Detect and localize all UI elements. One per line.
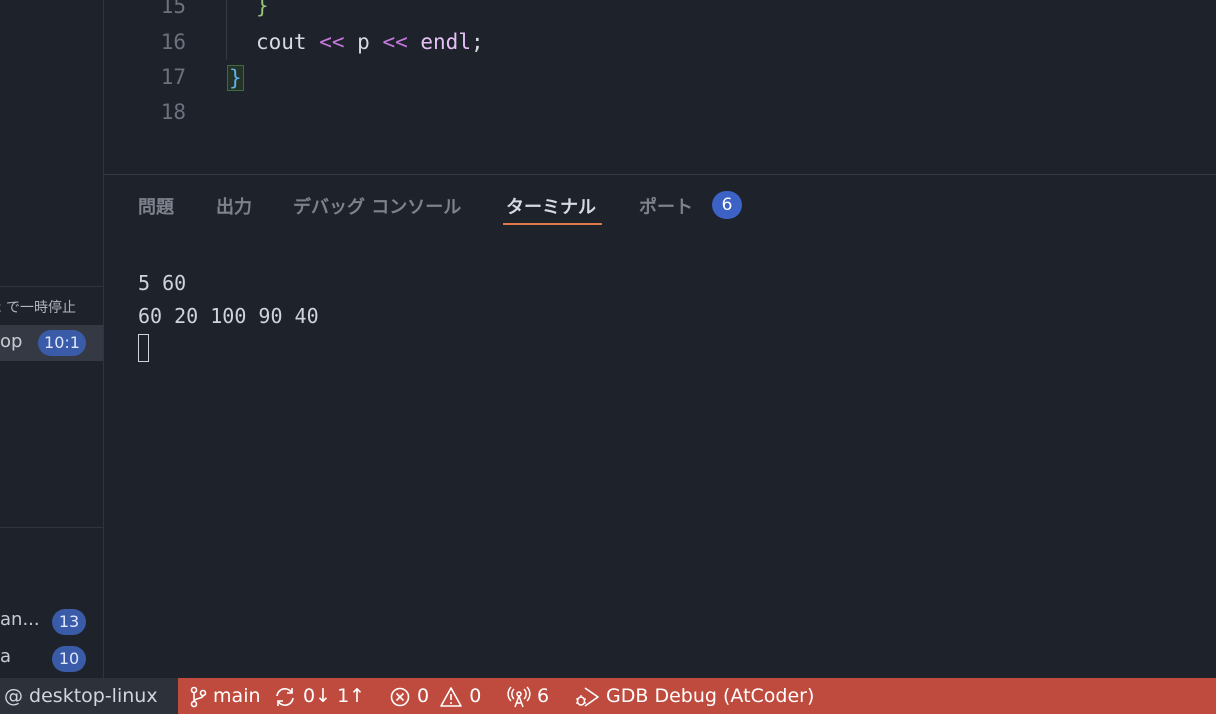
active-tab-indicator	[503, 223, 602, 225]
tab-problems[interactable]: 問題	[138, 193, 174, 219]
code-token: p	[357, 30, 370, 54]
debug-config-button[interactable]: GDB Debug (AtCoder)	[574, 678, 814, 714]
tab-terminal[interactable]: ターミナル	[506, 193, 596, 219]
code-token: endl	[420, 30, 471, 54]
sidebar: ε で一時停止 op 10:1 an... 13 a 10	[0, 0, 104, 678]
error-icon	[390, 687, 410, 706]
terminal-cursor	[138, 334, 149, 362]
terminal-line: 60 20 100 90 40	[138, 304, 319, 328]
warning-icon	[440, 686, 462, 707]
sync-icon	[276, 687, 294, 706]
code-token: cout	[256, 30, 307, 54]
call-stack-position-badge: 10:1	[38, 330, 86, 356]
branch-name: main	[213, 685, 261, 707]
call-stack-item-label: op	[0, 331, 23, 352]
remote-label: @ desktop-linux	[4, 685, 158, 707]
warning-count: 0	[469, 685, 482, 707]
pause-hint: ε で一時停止	[0, 297, 76, 317]
editor-line[interactable]: 18	[104, 96, 1216, 132]
sidebar-item-badge: 13	[52, 609, 86, 635]
problems-button[interactable]: 0 0	[389, 678, 481, 714]
sidebar-divider	[0, 527, 103, 528]
code-token: ;	[470, 30, 484, 54]
sidebar-item[interactable]: a 10	[0, 643, 103, 675]
code-token: <<	[369, 30, 421, 54]
error-count: 0	[417, 685, 430, 707]
sync-button[interactable]: 0↓ 1↑	[273, 678, 365, 714]
git-branch-icon	[190, 686, 207, 707]
tab-debug-console[interactable]: デバッグ コンソール	[293, 193, 461, 219]
sidebar-item[interactable]: an... 13	[0, 606, 103, 638]
sync-status: 0↓ 1↑	[303, 685, 366, 707]
line-number: 16	[160, 30, 186, 54]
line-number: 15	[160, 0, 186, 18]
code-text: cout << p << endl;	[256, 30, 484, 54]
matching-bracket: }	[227, 65, 244, 91]
code-text: }	[256, 0, 269, 18]
editor-line[interactable]: 15 }	[104, 0, 1216, 26]
sidebar-item-label: a	[0, 646, 12, 667]
ports-count: 6	[537, 685, 550, 707]
status-bar: @ desktop-linux main 0↓ 1↑ 0 0 6 GDB Deb…	[0, 678, 1216, 714]
ports-count-badge: 6	[712, 191, 742, 219]
line-number: 17	[160, 65, 186, 89]
pause-hint-cut: ε	[0, 300, 2, 316]
sidebar-item-badge: 10	[52, 646, 86, 672]
remote-indicator[interactable]: @ desktop-linux	[0, 678, 178, 714]
call-stack-item-active[interactable]: op 10:1	[0, 325, 103, 361]
branch-button[interactable]: main	[189, 678, 261, 714]
editor-line[interactable]: 16 cout << p << endl;	[104, 26, 1216, 62]
line-number: 18	[160, 100, 186, 124]
debug-run-icon	[576, 686, 599, 707]
editor-line[interactable]: 17 }	[104, 61, 1216, 97]
tab-output[interactable]: 出力	[216, 193, 252, 219]
terminal-line: 5 60	[138, 271, 187, 295]
sidebar-divider	[0, 286, 103, 287]
ports-button[interactable]: 6	[507, 678, 549, 714]
tab-ports[interactable]: ポート	[639, 193, 693, 219]
pause-hint-text: で一時停止	[6, 300, 77, 316]
radio-tower-icon	[507, 685, 531, 707]
code-editor[interactable]: 15 } 16 cout << p << endl; 17 } 18	[104, 0, 1216, 175]
debug-config-label: GDB Debug (AtCoder)	[606, 685, 815, 707]
code-token: <<	[306, 30, 358, 54]
sidebar-item-label: an...	[0, 609, 40, 630]
